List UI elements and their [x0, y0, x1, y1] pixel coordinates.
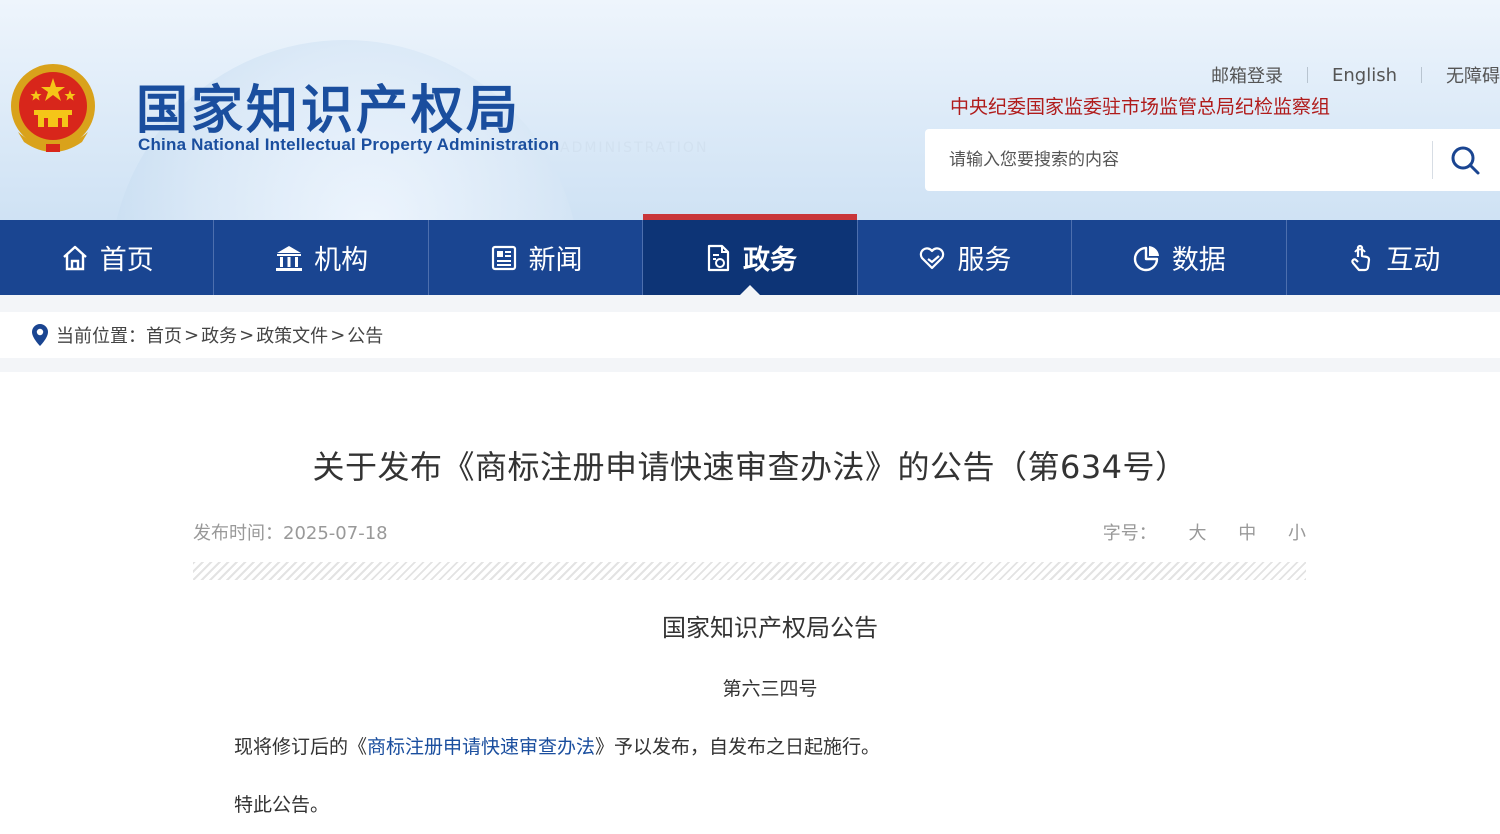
publish-time: 发布时间：2025-07-18: [193, 519, 388, 545]
header-watermark: ADMINISTRATION: [560, 140, 709, 156]
article-paragraph: 现将修订后的《商标注册申请快速审查办法》予以发布，自发布之日起施行。: [234, 732, 880, 759]
nav-item-label: 互动: [1386, 245, 1441, 276]
home-icon: [62, 245, 87, 270]
breadcrumb-label: 当前位置：: [56, 326, 146, 347]
nav-item-news[interactable]: 新闻: [429, 220, 644, 295]
nav-item-label: 政务: [742, 245, 797, 276]
article-meta: 发布时间：2025-07-18 字号： 大 中 小: [193, 519, 1306, 545]
breadcrumb-separator: >: [330, 324, 346, 346]
nav-item-institution[interactable]: 机构: [214, 220, 429, 295]
breadcrumb-item-home[interactable]: 首页: [146, 322, 182, 348]
document-icon: [707, 244, 730, 271]
location-pin-icon: [32, 324, 48, 346]
breadcrumb-item-announcement[interactable]: 公告: [347, 322, 383, 348]
breadcrumb: 当前位置： 首页 > 政务 > 政策文件 > 公告: [0, 312, 1500, 358]
article-container: 关于发布《商标注册申请快速审查办法》的公告（第634号） 发布时间：2025-0…: [0, 372, 1500, 834]
nav-item-label: 新闻: [528, 245, 583, 276]
nav-item-home[interactable]: 首页: [0, 220, 215, 295]
font-size-large-button[interactable]: 大: [1189, 523, 1207, 544]
nav-item-label: 服务: [957, 245, 1012, 276]
publish-time-label: 发布时间：: [193, 523, 283, 544]
publish-date: 2025-07-18: [283, 523, 388, 544]
font-size-switcher: 字号： 大 中 小: [1103, 519, 1306, 545]
article-closing: 特此公告。: [234, 794, 330, 816]
breadcrumb-item-policy-documents[interactable]: 政策文件: [256, 322, 328, 348]
national-emblem-icon[interactable]: [8, 62, 98, 157]
site-logo-chinese[interactable]: 国家知识产权局: [136, 68, 521, 143]
institution-icon: [276, 245, 303, 271]
font-size-small-button[interactable]: 小: [1288, 523, 1306, 544]
news-icon: [491, 245, 516, 270]
nav-item-label: 机构: [314, 245, 369, 276]
pie-chart-icon: [1133, 245, 1159, 271]
email-login-link[interactable]: 邮箱登录: [1187, 62, 1307, 88]
accessibility-link[interactable]: 无障碍: [1422, 62, 1500, 88]
announcement-heading: 国家知识产权局公告: [662, 614, 878, 642]
nav-item-government-affairs[interactable]: 政务: [643, 214, 858, 295]
nav-item-label: 数据: [1171, 245, 1226, 276]
nav-item-data[interactable]: 数据: [1072, 220, 1287, 295]
search-input[interactable]: [949, 144, 1429, 176]
heart-hand-icon: [920, 246, 945, 269]
main-nav: 首页 机构 新闻 政务 服务 数据 互动: [0, 214, 1500, 295]
article-title: 关于发布《商标注册申请快速审查办法》的公告（第634号）: [312, 448, 1188, 486]
announcement-number: 第六三四号: [722, 678, 818, 700]
meta-divider-stripe: [193, 562, 1306, 580]
breadcrumb-item-government-affairs[interactable]: 政务: [201, 322, 237, 348]
font-size-medium-button[interactable]: 中: [1238, 523, 1256, 544]
search-divider: [1432, 141, 1433, 179]
regulation-document-link[interactable]: 商标注册申请快速审查办法: [367, 736, 595, 758]
english-link[interactable]: English: [1308, 65, 1421, 86]
top-links: 邮箱登录 English 无障碍: [1187, 62, 1500, 88]
breadcrumb-separator: >: [184, 324, 200, 346]
paragraph-text: 现将修订后的《: [234, 736, 368, 758]
hand-pointer-icon: [1351, 244, 1371, 271]
site-logo-english[interactable]: China National Intellectual Property Adm…: [138, 135, 559, 155]
search-icon[interactable]: [1445, 143, 1485, 177]
paragraph-text: 》予以发布，自发布之日起施行。: [595, 736, 881, 758]
nav-item-service[interactable]: 服务: [858, 220, 1073, 295]
site-header: ADMINISTRATION 国家知识产权局 China National In…: [0, 0, 1500, 220]
nav-item-label: 首页: [99, 245, 154, 276]
search-box: [925, 129, 1500, 191]
breadcrumb-separator: >: [239, 324, 255, 346]
discipline-inspection-link[interactable]: 中央纪委国家监委驻市场监管总局纪检监察组: [950, 92, 1330, 119]
nav-item-interaction[interactable]: 互动: [1287, 220, 1500, 295]
font-size-label: 字号：: [1102, 523, 1157, 544]
